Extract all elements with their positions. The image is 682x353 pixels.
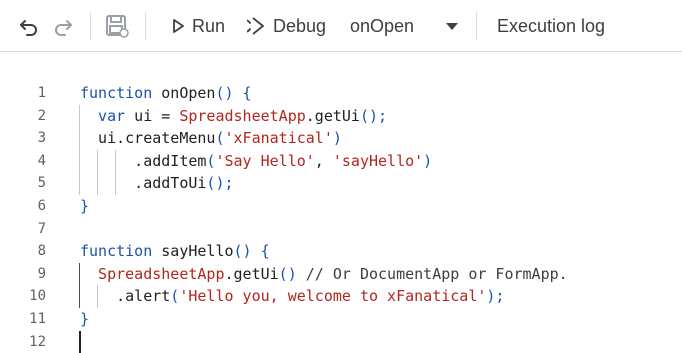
code-line[interactable]: 8 function sayHello() { bbox=[0, 240, 682, 263]
undo-icon bbox=[20, 20, 37, 36]
execution-log-button[interactable]: Execution log bbox=[497, 10, 605, 42]
code-line[interactable]: 6} bbox=[0, 195, 682, 218]
code-text: } bbox=[80, 308, 89, 331]
code-token: ui.createMenu bbox=[98, 129, 216, 148]
code-token: function bbox=[80, 242, 153, 261]
code-token: .addToUi bbox=[134, 174, 207, 193]
run-label: Run bbox=[192, 15, 226, 36]
execution-log-label: Execution log bbox=[497, 15, 606, 36]
code-text: function onOpen() { bbox=[80, 82, 252, 105]
code-line[interactable]: 9 SpreadsheetApp.getUi() // Or DocumentAp… bbox=[0, 263, 682, 286]
code-line[interactable]: 2 var ui = SpreadsheetApp.getUi(); bbox=[0, 105, 682, 128]
code-token: SpreadsheetApp bbox=[98, 264, 225, 283]
toolbar-divider bbox=[145, 12, 146, 40]
code-token: ) bbox=[423, 151, 433, 170]
editor-toolbar: Run Debug onOpen Execution log bbox=[0, 0, 682, 52]
save-button[interactable] bbox=[104, 10, 130, 42]
code-token: (); bbox=[359, 106, 388, 125]
code-text: function sayHello() { bbox=[80, 240, 270, 263]
indent-guide bbox=[97, 149, 99, 195]
line-number: 4 bbox=[37, 152, 46, 169]
code-text: .addToUi(); bbox=[134, 172, 233, 195]
code-line[interactable]: 12 bbox=[0, 331, 682, 353]
toolbar-divider bbox=[90, 12, 91, 40]
line-number: 9 bbox=[37, 265, 46, 282]
line-number: 2 bbox=[37, 107, 46, 124]
code-token: () bbox=[278, 264, 297, 283]
code-token: onOpen bbox=[152, 84, 216, 102]
redo-icon bbox=[55, 20, 72, 36]
line-number: 11 bbox=[29, 311, 46, 327]
code-token: .getUi bbox=[224, 264, 279, 283]
code-text: .addItem('Say Hello', 'sayHello') bbox=[134, 150, 432, 173]
code-token: sayHello bbox=[152, 242, 234, 261]
line-number: 6 bbox=[37, 198, 46, 214]
code-line[interactable]: 5 .addToUi(); bbox=[0, 172, 682, 195]
debug-label: Debug bbox=[273, 15, 327, 36]
code-token: () { bbox=[215, 84, 252, 102]
code-token: SpreadsheetApp bbox=[179, 106, 306, 125]
line-number: 5 bbox=[37, 175, 46, 192]
code-line[interactable]: 11} bbox=[0, 308, 682, 331]
code-token: // Or DocumentApp or FormApp. bbox=[296, 264, 568, 283]
debug-button[interactable]: Debug bbox=[247, 10, 326, 42]
code-editor[interactable]: 1 function onOpen() {2 var ui = Spreadshee… bbox=[0, 52, 682, 353]
indent-guide bbox=[79, 104, 80, 195]
code-token: 'Hello you, welcome to xFanatical' bbox=[179, 287, 487, 306]
line-number: 12 bbox=[29, 333, 46, 350]
play-icon bbox=[173, 19, 184, 33]
undo-button[interactable] bbox=[18, 10, 40, 42]
code-line[interactable]: 10 .alert('Hello you, welcome to xFanatic… bbox=[0, 285, 682, 308]
line-number: 1 bbox=[37, 85, 46, 101]
code-token: () { bbox=[233, 242, 270, 261]
code-token: function bbox=[80, 84, 153, 102]
code-token: 'xFanatical' bbox=[224, 129, 333, 148]
code-text: } bbox=[80, 195, 89, 218]
toolbar-divider bbox=[476, 12, 477, 40]
indent-guide bbox=[97, 285, 99, 308]
code-token: ( bbox=[170, 287, 180, 306]
function-select-value: onOpen bbox=[350, 15, 415, 36]
code-text: ui.createMenu('xFanatical') bbox=[98, 127, 342, 150]
code-line[interactable]: 4 .addItem('Say Hello', 'sayHello') bbox=[0, 150, 682, 173]
indent-guide bbox=[115, 149, 117, 195]
code-token: .getUi bbox=[305, 106, 360, 125]
run-button[interactable]: Run bbox=[170, 10, 225, 42]
dropdown-arrow-icon bbox=[446, 23, 458, 30]
code-token: 'sayHello' bbox=[332, 151, 424, 170]
code-token: .alert bbox=[116, 287, 171, 306]
redo-button[interactable] bbox=[52, 10, 74, 42]
code-token: } bbox=[80, 310, 90, 328]
line-number: 7 bbox=[37, 220, 46, 237]
line-number: 3 bbox=[37, 130, 46, 147]
code-line[interactable]: 1 function onOpen() { bbox=[0, 82, 682, 105]
code-text: var ui = SpreadsheetApp.getUi(); bbox=[98, 105, 387, 128]
line-number: 10 bbox=[29, 288, 46, 305]
line-number: 8 bbox=[37, 243, 46, 260]
code-token: ) bbox=[332, 129, 342, 148]
code-token: .addItem bbox=[134, 151, 207, 170]
debug-icon bbox=[247, 17, 264, 35]
code-token: ui = bbox=[125, 106, 180, 125]
code-line[interactable]: 3 ui.createMenu('xFanatical') bbox=[0, 127, 682, 150]
code-token: } bbox=[80, 197, 90, 215]
function-select[interactable]: onOpen bbox=[350, 10, 462, 42]
save-icon bbox=[106, 15, 129, 38]
code-token: , bbox=[314, 151, 333, 170]
indent-guide bbox=[79, 262, 80, 308]
code-token: ); bbox=[486, 287, 505, 306]
code-line[interactable]: 7 bbox=[0, 218, 682, 241]
code-text: SpreadsheetApp.getUi() // Or DocumentApp… bbox=[98, 263, 568, 286]
code-token: var bbox=[98, 106, 126, 125]
text-cursor bbox=[79, 330, 81, 353]
code-token: 'Say Hello' bbox=[215, 151, 315, 170]
code-text: .alert('Hello you, welcome to xFanatical… bbox=[116, 285, 504, 308]
code-token: (); bbox=[206, 174, 234, 193]
